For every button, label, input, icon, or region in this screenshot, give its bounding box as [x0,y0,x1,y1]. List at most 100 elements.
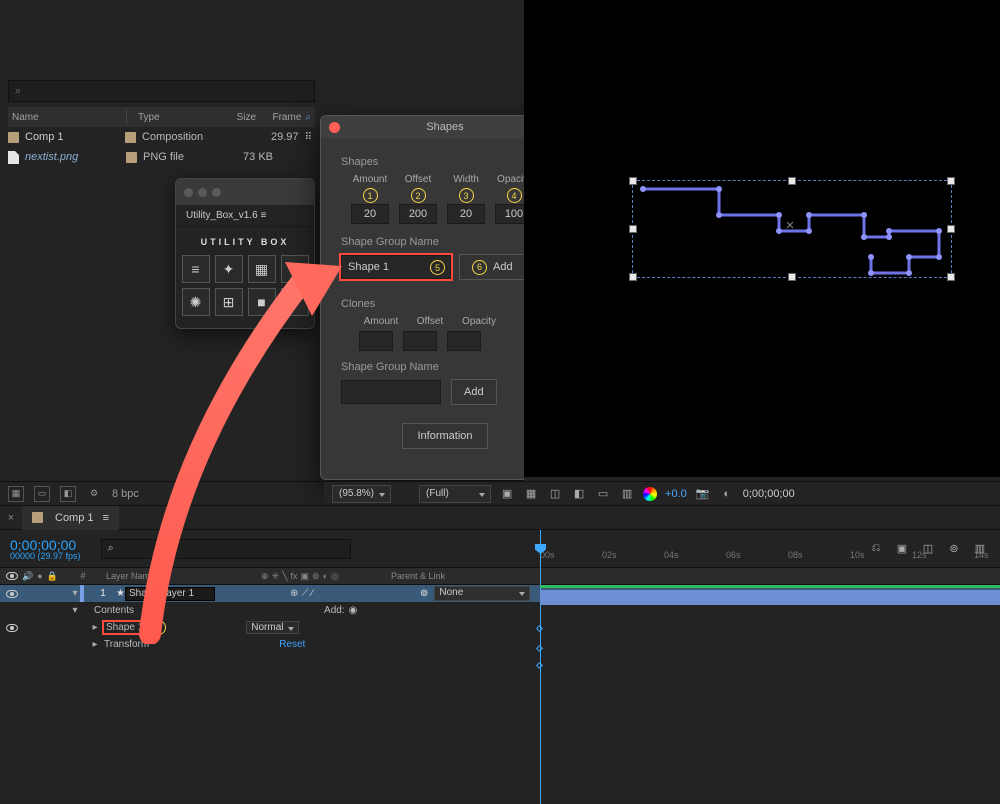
viewer-canvas[interactable] [524,0,1000,477]
interpret-footage-icon[interactable]: ▦ [8,486,24,502]
util-tool-extra[interactable] [281,288,309,316]
amount-input[interactable] [351,204,389,224]
project-row[interactable]: nextist.png PNG file 73 KB [8,147,315,167]
bpc-toggle[interactable]: 8 bpc [112,488,139,500]
visibility-toggle[interactable] [6,624,18,632]
snapshot-icon[interactable]: 📷 [695,486,711,502]
add-button[interactable]: 6 Add [459,254,526,280]
add-menu-icon[interactable]: ◉ [349,605,358,616]
adjustment-icon[interactable]: ◐ [323,571,328,582]
clone-offset-input[interactable] [403,331,437,351]
lock-column-icon[interactable]: 🔒 [47,571,58,582]
twirl-icon[interactable]: ▸ [90,639,100,650]
new-folder-icon[interactable]: ▭ [34,486,50,502]
timeline-search-input[interactable]: ⌕ [101,539,351,559]
reset-link[interactable]: Reset [279,639,305,650]
resolution-dropdown[interactable]: (Full) [419,485,491,503]
adjustment-toggle[interactable]: ∕ [311,588,313,599]
annotation-1: 1 [363,188,378,203]
timeline-tab[interactable]: Comp 1 ≡ [22,506,119,530]
fx-icon[interactable]: fx [291,571,298,582]
clone-opacity-input[interactable] [447,331,481,351]
layer-duration-bar[interactable] [540,590,1000,605]
window-title: Shapes [426,121,463,133]
frameblend-icon[interactable]: ▣ [301,571,310,582]
utility-box-panel[interactable]: Utility_Box_v1.6 ≡ UTILITY BOX ≡ ✦ ▦ ⤷ ✺… [175,178,315,329]
clone-amount-input[interactable] [359,331,393,351]
col-size[interactable]: Size [208,112,256,123]
clone-shape-group-name-input[interactable] [341,380,441,404]
visibility-toggle[interactable] [6,590,18,598]
pickwhip-icon[interactable]: ⊚ [420,588,428,599]
close-window-icon[interactable] [329,122,340,133]
offset-input[interactable] [399,204,437,224]
solo-column-icon[interactable]: ● [37,571,42,581]
guides-icon[interactable]: ▥ [619,486,635,502]
quality-toggle[interactable]: ⟋ [301,588,308,599]
quality-icon[interactable]: ╲ [282,571,287,582]
util-tool-matrix[interactable]: ⊞ [215,288,243,316]
parent-dropdown[interactable]: None [434,586,530,601]
settings-icon[interactable]: ⚙ [86,486,102,502]
util-tool-grid[interactable]: ▦ [248,255,276,283]
col-type[interactable]: Type [138,112,208,123]
annotation-5: 5 [151,620,166,635]
shy-toggle[interactable]: ⊕ [290,588,298,599]
window-traffic-lights[interactable] [184,188,221,197]
exposure-value[interactable]: +0.0 [665,488,687,500]
clone-add-button[interactable]: Add [451,379,497,405]
information-button[interactable]: Information [402,423,487,449]
region-of-interest-icon[interactable]: ▣ [499,486,515,502]
collapse-icon[interactable]: ✳ [272,571,280,582]
trash-icon[interactable]: 🗑 [169,486,185,502]
flowchart-icon[interactable]: ⠿ [305,132,311,143]
twirl-icon[interactable]: ▾ [70,588,80,599]
util-tool-align[interactable]: ≡ [182,255,210,283]
shy-icon[interactable]: ⊕ [261,571,269,582]
blend-mode-dropdown[interactable]: Normal [246,621,298,634]
util-tool-anchor[interactable]: ✦ [215,255,243,283]
col-layer-name[interactable]: Layer Name [96,571,261,581]
panel-tab[interactable]: Utility_Box_v1.6 ≡ [176,205,314,227]
col-index[interactable]: # [70,571,96,581]
motionblur-col-icon[interactable]: ⊚ [312,571,320,582]
twirl-icon[interactable]: ▸ [90,622,100,633]
viewer-timecode[interactable]: 0;00;00;00 [743,488,795,500]
keyframe-marker[interactable] [536,662,543,669]
3d-layer-col-icon[interactable]: ◎ [331,571,339,582]
clone-amount-label: Amount [359,316,403,327]
new-comp-icon[interactable]: ◧ [60,486,76,502]
annotation-3: 3 [459,188,474,203]
col-parent[interactable]: Parent & Link [391,571,511,581]
annotation-4: 4 [507,188,522,203]
show-snapshot-icon[interactable]: ◐ [719,486,735,502]
layer-name-input[interactable] [125,587,215,601]
util-tool-camera[interactable]: ■ [248,288,276,316]
3d-view-icon[interactable]: ▭ [595,486,611,502]
label-color-swatch [32,512,43,523]
project-row[interactable]: Comp 1 Composition 29.97 ⠿ [8,127,315,147]
time-ruler[interactable]: 00s 02s 04s 06s 08s 10s 12s 14s [540,530,1000,568]
zoom-dropdown[interactable]: (95.8%) [332,485,391,503]
close-panel-icon[interactable]: × [0,512,22,524]
shape-group-name[interactable]: Shape 1 [104,622,145,633]
layer-color-bar[interactable] [80,585,84,602]
eye-column-icon[interactable] [6,572,18,580]
search-icon[interactable]: ⌕ [305,112,311,123]
col-framerate[interactable]: Frame [272,112,301,123]
project-search-input[interactable]: ⌕ [8,80,315,102]
timeline-track-area[interactable] [540,568,1000,804]
timecode-icon[interactable]: ◧ [571,486,587,502]
width-input[interactable] [447,204,485,224]
color-management-icon[interactable] [643,487,657,501]
mask-toggle-icon[interactable]: ◫ [547,486,563,502]
audio-column-icon[interactable]: 🔊 [22,571,33,582]
col-name[interactable]: Name [8,112,126,123]
twirl-icon[interactable]: ▾ [70,605,80,616]
panel-titlebar[interactable] [176,179,314,205]
util-tool-shapes[interactable]: ⤷ [281,255,309,283]
util-tool-effects[interactable]: ✺ [182,288,210,316]
label-color-swatch [125,132,136,143]
transparency-grid-icon[interactable]: ▦ [523,486,539,502]
param-offset: Offset 2 [399,174,437,224]
